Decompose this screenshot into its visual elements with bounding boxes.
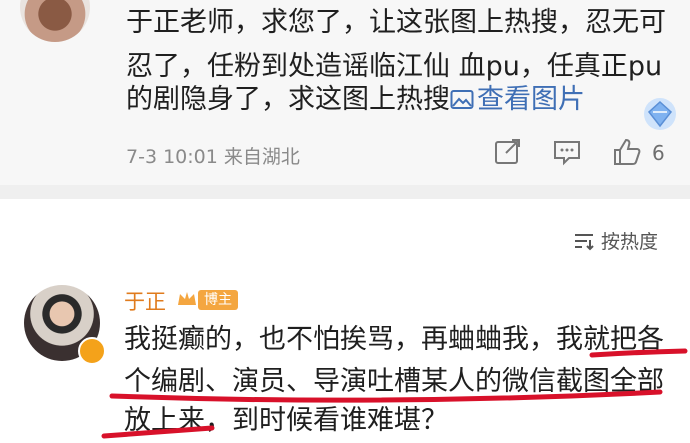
sort-by-heat-button[interactable]: 按热度 xyxy=(573,227,658,254)
comment-text-line: 的剧隐身了，求这图上热搜 xyxy=(126,84,450,115)
reply-text-line: 放上来，到时候看谁难堪？ xyxy=(124,405,448,436)
comment-text-line: 于正老师，求您了，让这张图上热搜，忍无可 xyxy=(126,7,666,38)
like-icon[interactable] xyxy=(612,137,642,167)
reply-text-line: 我挺癫的，也不怕挨骂，再蛐蛐我，我就把各 xyxy=(124,324,664,355)
comment-text-line: 的剧隐身了，求这图上热搜 查看图片 xyxy=(126,82,585,118)
sort-label: 按热度 xyxy=(601,231,659,253)
section-divider xyxy=(0,185,690,199)
blogger-badge: 博主 xyxy=(198,290,238,310)
like-count: 6 xyxy=(652,141,665,165)
view-image-label: 查看图片 xyxy=(477,84,585,115)
sort-icon xyxy=(575,234,594,251)
avatar[interactable] xyxy=(20,0,90,42)
image-icon xyxy=(450,90,474,109)
reply-text-line: 个编剧、演员、导演吐槽某人的微信截图全部 xyxy=(124,366,664,397)
verified-badge-icon xyxy=(78,337,106,365)
comment-icon[interactable] xyxy=(552,137,582,167)
crown-icon xyxy=(178,292,196,305)
comment-text-line: 忍了，任粉到处造谣临江仙 血pu，任真正pu xyxy=(126,51,663,82)
share-icon[interactable] xyxy=(493,137,523,167)
previous-comment-card: 于正老师，求您了，让这张图上热搜，忍无可 忍了，任粉到处造谣临江仙 血pu，任真… xyxy=(0,0,690,185)
diamond-badge-icon xyxy=(644,98,676,130)
view-image-link[interactable]: 查看图片 xyxy=(450,84,585,115)
author-name[interactable]: 于正 xyxy=(124,286,166,316)
comment-meta: 7-3 10:01 来自湖北 xyxy=(126,146,300,168)
